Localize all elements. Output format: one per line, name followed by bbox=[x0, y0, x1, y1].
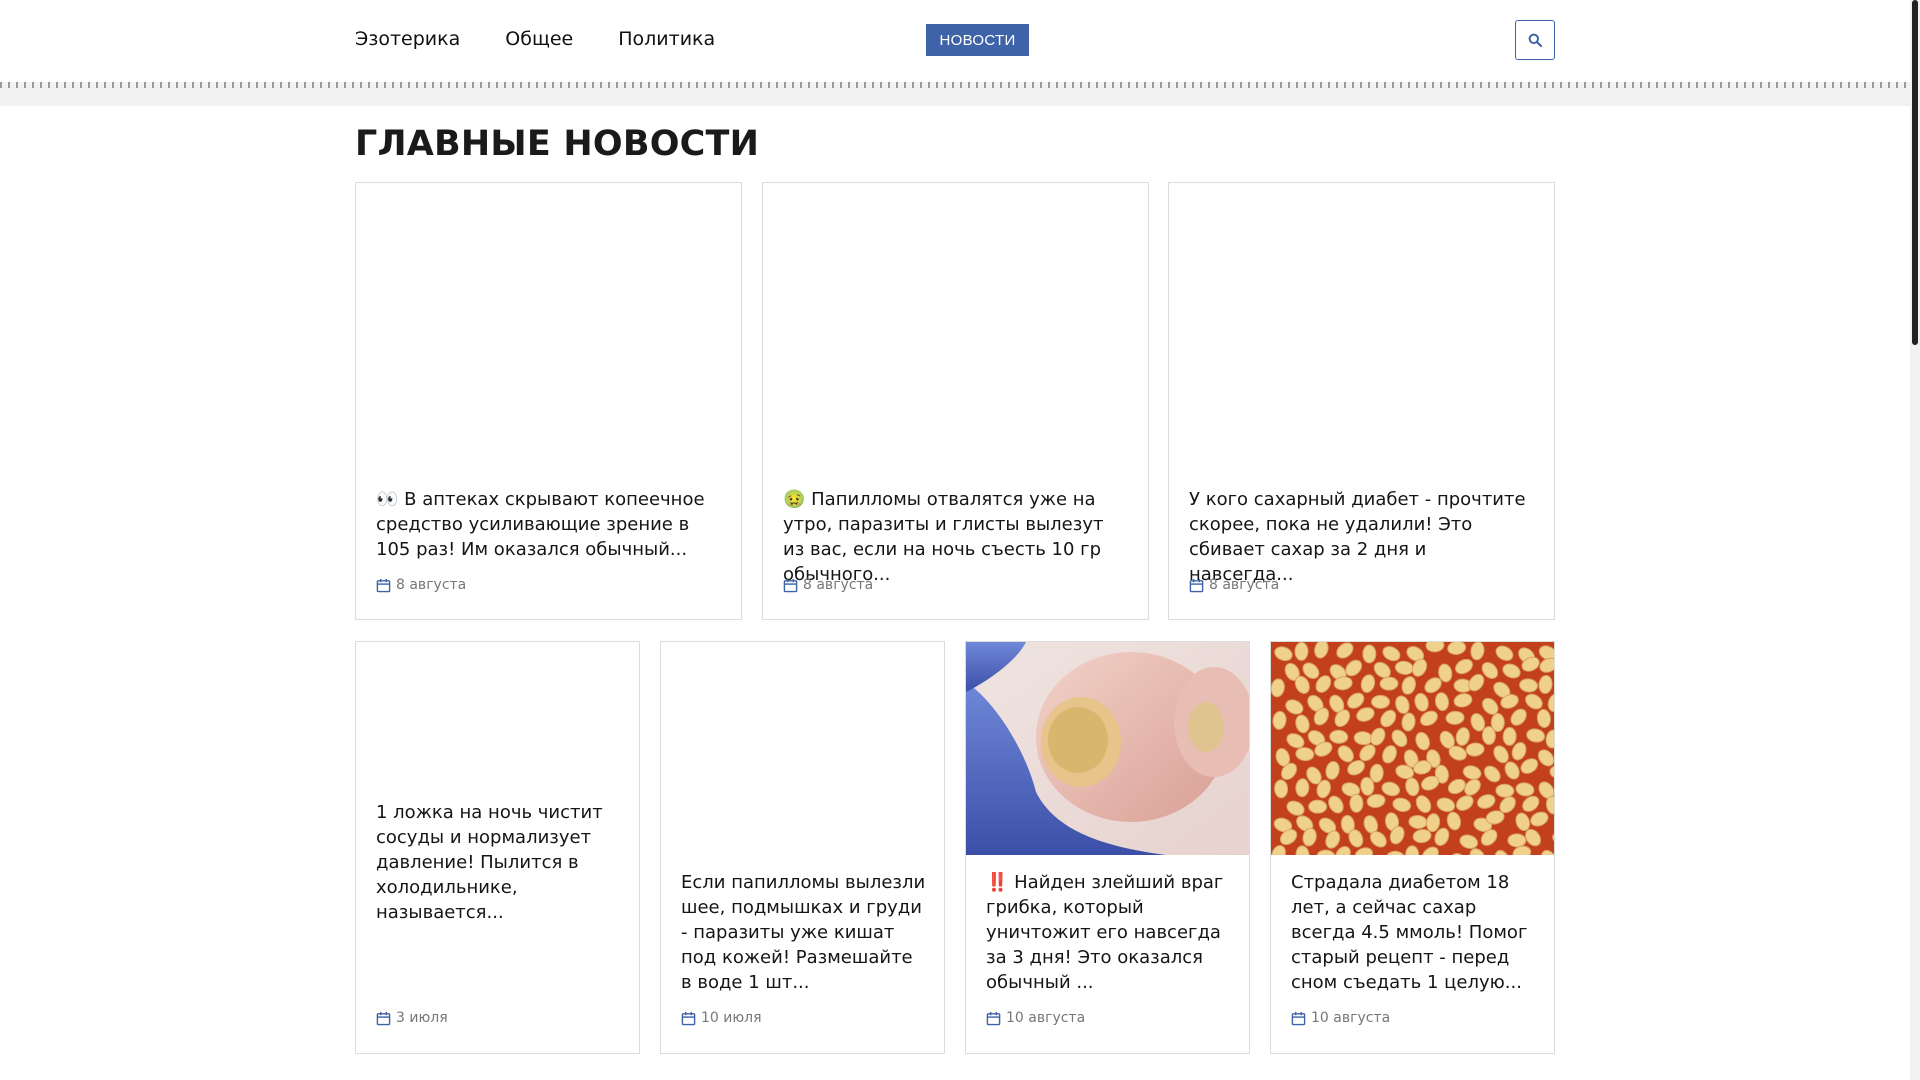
news-card-title[interactable]: Если папилломы вылезли шее, подмышках и … bbox=[681, 870, 926, 995]
bean-shape bbox=[1294, 642, 1309, 661]
date-text: 8 августа bbox=[803, 577, 874, 593]
fungus-thumbnail[interactable] bbox=[966, 642, 1249, 855]
page-scrollbar[interactable] bbox=[1910, 0, 1920, 1080]
search-button[interactable] bbox=[1515, 20, 1555, 60]
date-text: 10 августа bbox=[1311, 1010, 1391, 1026]
bean-shape bbox=[1495, 783, 1515, 798]
news-card[interactable]: 👀 В аптеках скрывают копеечное средство … bbox=[355, 182, 742, 620]
news-card-date: 8 августа bbox=[783, 577, 873, 593]
calendar-icon bbox=[986, 1011, 1001, 1025]
main-nav: Эзотерика Общее Политика bbox=[355, 28, 715, 50]
bean-shape bbox=[1481, 726, 1496, 746]
bean-shape bbox=[1308, 799, 1328, 814]
news-card[interactable]: Страдала диабетом 18 лет, а сейчас сахар… bbox=[1270, 641, 1555, 1054]
calendar-icon bbox=[783, 578, 798, 592]
toenail-fungus-image bbox=[966, 642, 1249, 855]
calendar-icon bbox=[1189, 578, 1204, 592]
bean-shape bbox=[1362, 644, 1377, 664]
calendar-icon bbox=[376, 1011, 391, 1025]
calendar-icon bbox=[376, 578, 391, 592]
date-text: 10 июля bbox=[701, 1010, 762, 1026]
news-card[interactable]: 1 ложка на ночь чистит сосуды и нормализ… bbox=[355, 641, 640, 1054]
news-button[interactable]: НОВОСТИ bbox=[926, 24, 1029, 56]
news-card[interactable]: У кого сахарный диабет - прочтите скорее… bbox=[1168, 182, 1555, 620]
news-card-date: 8 августа bbox=[376, 577, 466, 593]
news-card[interactable]: Если папилломы вылезли шее, подмышках и … bbox=[660, 641, 945, 1054]
news-card[interactable]: 🤢 Папилломы отвалятся уже на утро, параз… bbox=[762, 182, 1149, 620]
section-title: ГЛАВНЫЕ НОВОСТИ bbox=[355, 124, 760, 164]
calendar-icon bbox=[681, 1011, 696, 1025]
dotted-divider bbox=[0, 82, 1910, 88]
news-card-date: 10 августа bbox=[986, 1010, 1085, 1026]
news-card-date: 8 августа bbox=[1189, 577, 1279, 593]
nav-item-general[interactable]: Общее bbox=[505, 28, 573, 50]
bean-shape bbox=[1379, 676, 1399, 691]
date-text: 8 августа bbox=[396, 577, 467, 593]
baked-beans-image bbox=[1271, 642, 1554, 855]
bean-shape bbox=[1502, 726, 1517, 746]
news-card-date: 3 июля bbox=[376, 1010, 448, 1026]
news-card-title[interactable]: ‼️ Найден злейший враг грибка, который у… bbox=[986, 870, 1231, 995]
beans-thumbnail[interactable] bbox=[1271, 642, 1554, 855]
calendar-icon bbox=[1291, 1011, 1306, 1025]
bean-shape bbox=[1371, 694, 1391, 709]
news-card-title[interactable]: У кого сахарный диабет - прочтите скорее… bbox=[1189, 487, 1536, 587]
news-card-date: 10 августа bbox=[1291, 1010, 1390, 1026]
news-card-title[interactable]: 👀 В аптеках скрывают копеечное средство … bbox=[376, 487, 723, 562]
news-card-date: 10 июля bbox=[681, 1010, 762, 1026]
bean-shape bbox=[1274, 779, 1289, 799]
bean-shape bbox=[1507, 833, 1527, 848]
nav-item-politics[interactable]: Политика bbox=[618, 28, 715, 50]
date-text: 8 августа bbox=[1209, 577, 1280, 593]
nav-item-esoterics[interactable]: Эзотерика bbox=[355, 28, 460, 50]
bean-shape bbox=[1349, 793, 1364, 813]
date-text: 3 июля bbox=[396, 1010, 448, 1026]
search-icon bbox=[1528, 33, 1542, 47]
news-card-title[interactable]: 🤢 Папилломы отвалятся уже на утро, параз… bbox=[783, 487, 1130, 587]
news-card-title[interactable]: 1 ложка на ночь чистит сосуды и нормализ… bbox=[376, 800, 621, 925]
date-text: 10 августа bbox=[1006, 1010, 1086, 1026]
scrollbar-thumb[interactable] bbox=[1912, 0, 1918, 345]
news-card-title[interactable]: Страдала диабетом 18 лет, а сейчас сахар… bbox=[1291, 870, 1536, 995]
news-card[interactable]: ‼️ Найден злейший враг грибка, который у… bbox=[965, 641, 1250, 1054]
